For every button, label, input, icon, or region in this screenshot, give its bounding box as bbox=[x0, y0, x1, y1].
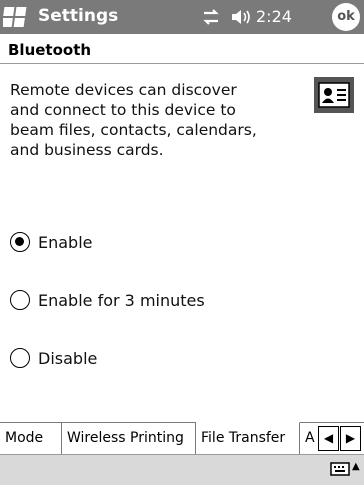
description-line: Remote devices can discover bbox=[10, 81, 237, 99]
radio-label: Enable bbox=[38, 232, 93, 252]
ok-button[interactable]: ok bbox=[332, 3, 360, 31]
tab-file-transfer[interactable]: File Transfer bbox=[196, 422, 300, 455]
speaker-volume-icon[interactable] bbox=[230, 7, 254, 27]
title-bar: Settings 2:24 ok bbox=[0, 0, 364, 34]
radio-label: Enable for 3 minutes bbox=[38, 290, 205, 310]
radio-button[interactable] bbox=[10, 348, 30, 368]
radio-button[interactable] bbox=[10, 290, 30, 310]
keyboard-icon[interactable] bbox=[330, 460, 350, 478]
radio-enable-3-minutes[interactable]: Enable for 3 minutes bbox=[10, 287, 205, 313]
description-text: Remote devices can discover and connect … bbox=[10, 80, 300, 160]
description-line: and connect to this device to bbox=[10, 101, 236, 119]
radio-label: Disable bbox=[38, 348, 98, 368]
tab-mode[interactable]: Mode bbox=[0, 423, 62, 454]
description-line: beam files, contacts, calendars, bbox=[10, 121, 257, 139]
connectivity-icon[interactable] bbox=[200, 7, 222, 27]
app-title: Settings bbox=[38, 6, 119, 26]
arrow-left-icon[interactable]: ◀ bbox=[318, 426, 339, 451]
clock[interactable]: 2:24 bbox=[256, 7, 292, 26]
tab-scroll-arrows: ◀ ▶ bbox=[318, 426, 362, 451]
windows-start-icon[interactable] bbox=[3, 3, 31, 31]
tab-wireless-printing[interactable]: Wireless Printing bbox=[62, 423, 196, 454]
section-header: Bluetooth bbox=[0, 34, 364, 64]
tab-a[interactable]: A bbox=[300, 423, 318, 454]
radio-disable[interactable]: Disable bbox=[10, 345, 97, 371]
arrow-right-icon[interactable]: ▶ bbox=[340, 426, 361, 451]
radio-enable[interactable]: Enable bbox=[10, 229, 93, 255]
page-title: Bluetooth bbox=[8, 41, 92, 59]
radio-button[interactable] bbox=[10, 232, 30, 252]
sip-menu-arrow-icon[interactable]: ▲ bbox=[352, 460, 362, 478]
contact-card-icon bbox=[314, 77, 354, 113]
description-line: and business cards. bbox=[10, 141, 164, 159]
tab-strip: Mode Wireless Printing File Transfer A ◀… bbox=[0, 422, 364, 455]
menu-bar: ▲ bbox=[0, 454, 364, 485]
